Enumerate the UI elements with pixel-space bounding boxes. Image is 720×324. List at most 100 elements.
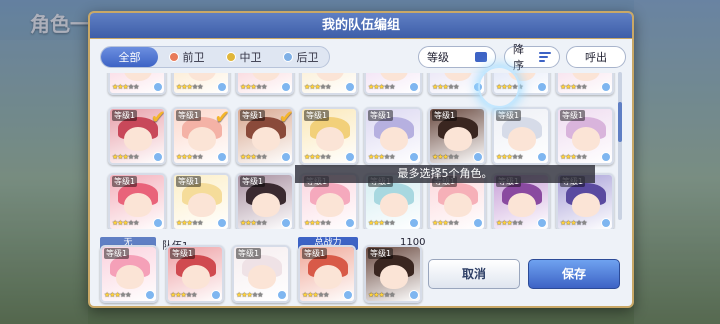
portrait-face	[444, 73, 472, 81]
star-rating: ★★★★★	[432, 153, 459, 161]
character-card[interactable]: 等级1 ★★★★★	[166, 245, 224, 303]
star-rating: ★★★★★	[304, 219, 331, 227]
character-card[interactable]: 等级1 ★★★★★	[300, 107, 358, 165]
star-rating: ★★★★★	[432, 83, 459, 91]
character-card[interactable]: 等级1 ★★★★★	[492, 107, 550, 165]
level-label: 等级1	[304, 110, 330, 121]
filter-tab-3[interactable]: 后卫	[272, 47, 329, 67]
character-card[interactable]: ★★★★★	[556, 73, 614, 95]
filter-tab-1[interactable]: 前卫	[158, 47, 215, 67]
star-rating: ★★★★★	[304, 83, 331, 91]
portrait-face	[508, 127, 536, 151]
character-card[interactable]: 等级1 ★★★★★	[236, 173, 294, 229]
element-icon	[345, 82, 355, 92]
grid-scrollbar[interactable]	[618, 72, 622, 220]
level-label: 等级1	[236, 248, 262, 259]
selected-check-icon: ✔	[278, 107, 294, 128]
character-card[interactable]: ★★★★★	[172, 73, 230, 95]
element-icon	[153, 82, 163, 92]
star-rating: ★★★★★	[560, 219, 587, 227]
character-card[interactable]: 等级1 ★★★★★	[172, 173, 230, 229]
selected-check-icon: ✔	[150, 107, 166, 128]
portrait-face	[316, 73, 344, 81]
portrait-face	[124, 73, 152, 81]
cancel-button[interactable]: 取消	[428, 259, 520, 289]
element-icon	[217, 82, 227, 92]
filter-toolbar: 全部 前卫 中卫 后卫 等级 降序 呼出	[100, 43, 626, 72]
star-rating: ★★★★★	[368, 291, 395, 299]
portrait-face	[508, 193, 536, 217]
level-label: 等级1	[368, 248, 394, 259]
selected-check-icon: ✔	[214, 107, 230, 128]
portrait-face	[252, 127, 280, 151]
star-rating: ★★★★★	[112, 83, 139, 91]
star-rating: ★★★★★	[240, 219, 267, 227]
character-card[interactable]: 等级1 ★★★★★	[298, 245, 356, 303]
character-card[interactable]: 等级1 ★★★★★	[100, 245, 158, 303]
character-card[interactable]: 等级1 ★★★★★	[108, 173, 166, 229]
scrollbar-thumb[interactable]	[618, 102, 622, 142]
character-card[interactable]: 等级1 ★★★★★ ✔	[236, 107, 294, 165]
character-card[interactable]: 等级1 ★★★★★	[556, 107, 614, 165]
save-button[interactable]: 保存	[528, 259, 620, 289]
star-rating: ★★★★★	[302, 291, 329, 299]
star-rating: ★★★★★	[104, 291, 131, 299]
portrait-face	[124, 127, 152, 151]
portrait-face	[444, 193, 472, 217]
level-sort-label: 等级	[427, 51, 449, 64]
star-rating: ★★★★★	[560, 83, 587, 91]
star-rating: ★★★★★	[560, 153, 587, 161]
element-icon	[409, 82, 419, 92]
character-card[interactable]: ★★★★★	[236, 73, 294, 95]
sort-icon	[539, 52, 551, 62]
star-rating: ★★★★★	[368, 153, 395, 161]
character-card[interactable]: ★★★★★	[300, 73, 358, 95]
element-icon	[217, 152, 227, 162]
element-icon	[601, 152, 611, 162]
level-label: 等级1	[496, 110, 522, 121]
element-icon	[153, 218, 163, 228]
hide-button[interactable]: 呼出	[566, 46, 626, 68]
character-card[interactable]: 等级1 ★★★★★ ✔	[108, 107, 166, 165]
role-filter-tabs: 全部 前卫 中卫 后卫	[100, 46, 330, 68]
element-icon	[345, 218, 355, 228]
level-label: 等级1	[240, 110, 266, 121]
element-icon	[153, 152, 163, 162]
level-sort-button[interactable]: 等级	[418, 46, 496, 68]
filter-tab-0[interactable]: 全部	[101, 47, 158, 67]
portrait-face	[380, 127, 408, 151]
portrait-face	[188, 73, 216, 81]
level-label: 等级1	[176, 110, 202, 121]
max-selection-toast: 最多选择5个角色。	[295, 165, 595, 183]
character-card[interactable]: 等级1 ★★★★★	[428, 107, 486, 165]
role-icon	[282, 52, 293, 62]
portrait-face	[572, 73, 600, 81]
portrait-face	[188, 127, 216, 151]
level-label: 等级1	[240, 176, 266, 187]
character-card[interactable]: 等级1 ★★★★★	[232, 245, 290, 303]
portrait-face	[380, 73, 408, 81]
portrait-face	[444, 127, 472, 151]
portrait-face	[188, 193, 216, 217]
sort-order-button[interactable]: 降序	[504, 43, 560, 72]
level-label: 等级1	[432, 110, 458, 121]
filter-tab-label: 后卫	[296, 51, 319, 64]
character-card[interactable]: ★★★★★	[108, 73, 166, 95]
element-icon	[145, 290, 155, 300]
character-grid: ★★★★★ ★★★★★ ★★★★★ ★★★★★ ★★★★★ ★★★★★ ★★★★★ ★★★★★…	[100, 73, 616, 229]
element-icon	[409, 218, 419, 228]
filter-tab-2[interactable]: 中卫	[215, 47, 272, 67]
element-icon	[409, 290, 419, 300]
element-icon	[281, 82, 291, 92]
element-icon	[343, 290, 353, 300]
character-card[interactable]: 等级1 ★★★★★	[364, 245, 422, 303]
star-rating: ★★★★★	[496, 219, 523, 227]
dialog-title: 我的队伍编组	[90, 13, 632, 39]
character-card[interactable]: ★★★★★	[364, 73, 422, 95]
level-label: 等级1	[368, 110, 394, 121]
character-card[interactable]: 等级1 ★★★★★ ✔	[172, 107, 230, 165]
character-card[interactable]: 等级1 ★★★★★	[364, 107, 422, 165]
element-icon	[281, 218, 291, 228]
portrait-face	[316, 127, 344, 151]
portrait-face	[116, 265, 144, 289]
